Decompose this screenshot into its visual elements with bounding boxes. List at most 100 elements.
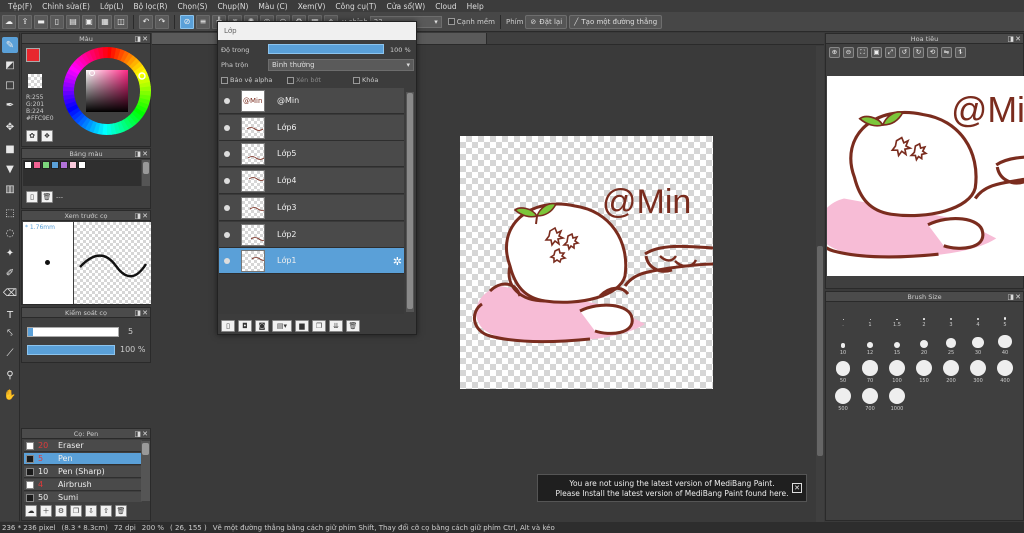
palette-swatch[interactable] xyxy=(24,161,32,169)
brush-size-option[interactable]: 5 xyxy=(992,306,1018,328)
export-brush-icon[interactable]: ⇧ xyxy=(100,505,112,517)
layer-row[interactable]: Lớp6 xyxy=(219,114,404,141)
brush-list-item[interactable]: 20 Eraser xyxy=(24,440,142,452)
brush-size-option[interactable]: 2 xyxy=(911,306,937,328)
palette-swatch[interactable] xyxy=(33,161,41,169)
menu-item[interactable]: Cloud xyxy=(430,2,461,11)
brush-size-option[interactable]: 10 xyxy=(830,332,856,356)
brush-list-item[interactable]: 5Pen✲ xyxy=(24,453,142,465)
actual-size-icon[interactable]: ▣ xyxy=(871,47,882,58)
menu-item[interactable]: Màu (C) xyxy=(253,2,292,11)
menu-item[interactable]: Chọn(S) xyxy=(172,2,212,11)
chat-icon[interactable]: ▬ xyxy=(34,14,48,29)
delete-brush-icon[interactable]: 🗑 xyxy=(115,505,127,517)
rotate-right-icon[interactable]: ↻ xyxy=(913,47,924,58)
no-snap-icon[interactable]: ⊘ xyxy=(180,14,194,29)
hand-tool-icon[interactable]: ✋ xyxy=(2,387,18,403)
layer-row[interactable]: Lớp4 xyxy=(219,168,404,195)
pen-tool-icon[interactable]: ✒ xyxy=(2,97,18,113)
full-screen-icon[interactable]: ⤢ xyxy=(885,47,896,58)
new-file-icon[interactable]: ▯ xyxy=(50,14,64,29)
brush-size-option[interactable]: 1000 xyxy=(884,388,910,412)
lasso-tool-icon[interactable]: ◌ xyxy=(2,225,18,241)
brush-size-slider[interactable] xyxy=(27,327,119,337)
menu-item[interactable]: Xem(V) xyxy=(293,2,331,11)
fit-icon[interactable]: ⛶ xyxy=(857,47,868,58)
protect-alpha-checkbox[interactable] xyxy=(221,76,228,84)
brush-settings-icon[interactable]: ⚙ xyxy=(55,505,67,517)
menu-item[interactable]: Chỉnh sửa(E) xyxy=(37,2,95,11)
text-tool-icon[interactable]: T xyxy=(2,307,18,323)
gradient-tool-icon[interactable]: ▥ xyxy=(2,181,18,197)
close-icon[interactable]: ✕ xyxy=(142,35,148,43)
color-wheel[interactable] xyxy=(62,46,152,136)
transparent-color-swatch[interactable] xyxy=(28,74,42,88)
eraser-tool-icon[interactable]: ◩ xyxy=(2,57,18,73)
layer-row[interactable]: Lớp3 xyxy=(219,194,404,221)
palette-swatch[interactable] xyxy=(78,161,86,169)
brush-list-item[interactable]: 10 Pen (Sharp) xyxy=(24,466,142,478)
brush-size-option[interactable]: 7 xyxy=(1019,306,1024,328)
shape-tool-icon[interactable]: □ xyxy=(2,77,18,93)
add-layer-menu-icon[interactable]: ▤▾ xyxy=(272,320,292,332)
brush-size-option[interactable]: 700 xyxy=(857,388,883,412)
brush-size-option[interactable]: 4 xyxy=(965,306,991,328)
close-icon[interactable]: ✕ xyxy=(142,150,148,158)
duplicate-layer-icon[interactable]: ❐ xyxy=(312,320,326,332)
snap-parallel-icon[interactable]: ≡ xyxy=(196,14,210,29)
brush-size-option[interactable]: 200 xyxy=(938,360,964,384)
palette-swatch[interactable] xyxy=(51,161,59,169)
brush-size-option[interactable]: 70 xyxy=(857,360,883,384)
brush-size-option[interactable]: 20 xyxy=(911,332,937,356)
cloud-icon[interactable]: ☁ xyxy=(2,14,16,29)
lock-checkbox[interactable] xyxy=(353,76,360,84)
brush-list-scrollbar[interactable] xyxy=(141,441,150,501)
color-history-icon[interactable]: ❖ xyxy=(41,130,53,142)
layer-panel-title[interactable]: Lớp xyxy=(218,22,416,40)
brush-size-option[interactable]: 150 xyxy=(911,360,937,384)
add-brush-icon[interactable]: ＋ xyxy=(40,505,52,517)
notice-close-button[interactable]: ✕ xyxy=(792,483,802,493)
menu-item[interactable]: Lớp(L) xyxy=(95,2,129,11)
blend-mode-select[interactable]: Bình thường ▾ xyxy=(268,59,414,71)
menu-item[interactable]: Tệp(F) xyxy=(3,2,37,11)
divide-tool-icon[interactable]: ⟋ xyxy=(2,345,18,361)
brush-size-option[interactable]: 12 xyxy=(857,332,883,356)
palette-swatch[interactable] xyxy=(69,161,77,169)
visibility-eye-icon[interactable] xyxy=(224,231,230,238)
menu-item[interactable]: Bộ lọc(R) xyxy=(129,2,173,11)
pin-icon[interactable]: ◨ xyxy=(134,35,141,43)
close-icon[interactable]: ✕ xyxy=(1015,293,1021,301)
zoom-in-icon[interactable]: ⊕ xyxy=(829,47,840,58)
protect-alpha-toggle[interactable]: Bảo vệ alpha xyxy=(221,76,287,84)
create-line-button[interactable]: ╱ Tạo một đường thẳng xyxy=(569,14,663,29)
brush-size-option[interactable]: 500 xyxy=(830,388,856,412)
palette-scrollbar[interactable] xyxy=(142,160,150,186)
menu-item[interactable]: Công cụ(T) xyxy=(330,2,381,11)
visibility-eye-icon[interactable] xyxy=(224,151,230,158)
menu-item[interactable]: Chụp(N) xyxy=(212,2,253,11)
close-icon[interactable]: ✕ xyxy=(142,212,148,220)
magic-wand-tool-icon[interactable]: ✦ xyxy=(2,245,18,261)
menu-item[interactable]: Cửa sổ(W) xyxy=(381,2,430,11)
menu-item[interactable]: Help xyxy=(462,2,489,11)
layer-row[interactable]: Lớp5 xyxy=(219,141,404,168)
flip-horizontal-icon[interactable]: ⇋ xyxy=(941,47,952,58)
operation-tool-icon[interactable]: ⤣ xyxy=(2,325,18,341)
gear-icon[interactable]: ✲ xyxy=(393,255,402,268)
brush-list-item[interactable]: 4 Airbrush xyxy=(24,479,142,491)
export-icon[interactable]: ⇪ xyxy=(18,14,32,29)
reset-button[interactable]: ⊘ Đặt lại xyxy=(525,14,568,29)
settings-icon[interactable]: ◫ xyxy=(114,14,128,29)
flip-vertical-icon[interactable]: ⥮ xyxy=(955,47,966,58)
foreground-color-swatch[interactable] xyxy=(26,48,40,62)
brush-size-option[interactable]: 30 xyxy=(965,332,991,356)
visibility-eye-icon[interactable] xyxy=(224,258,230,265)
brush-opacity-slider[interactable] xyxy=(27,345,115,355)
navigator-preview[interactable]: @Min xyxy=(827,76,1024,276)
palette-swatch[interactable] xyxy=(42,161,50,169)
visibility-eye-icon[interactable] xyxy=(224,204,230,211)
delete-layer-icon[interactable]: 🗑 xyxy=(346,320,360,332)
brush-size-option[interactable]: . xyxy=(830,306,856,328)
layer-row[interactable]: @Min @Min xyxy=(219,88,404,114)
